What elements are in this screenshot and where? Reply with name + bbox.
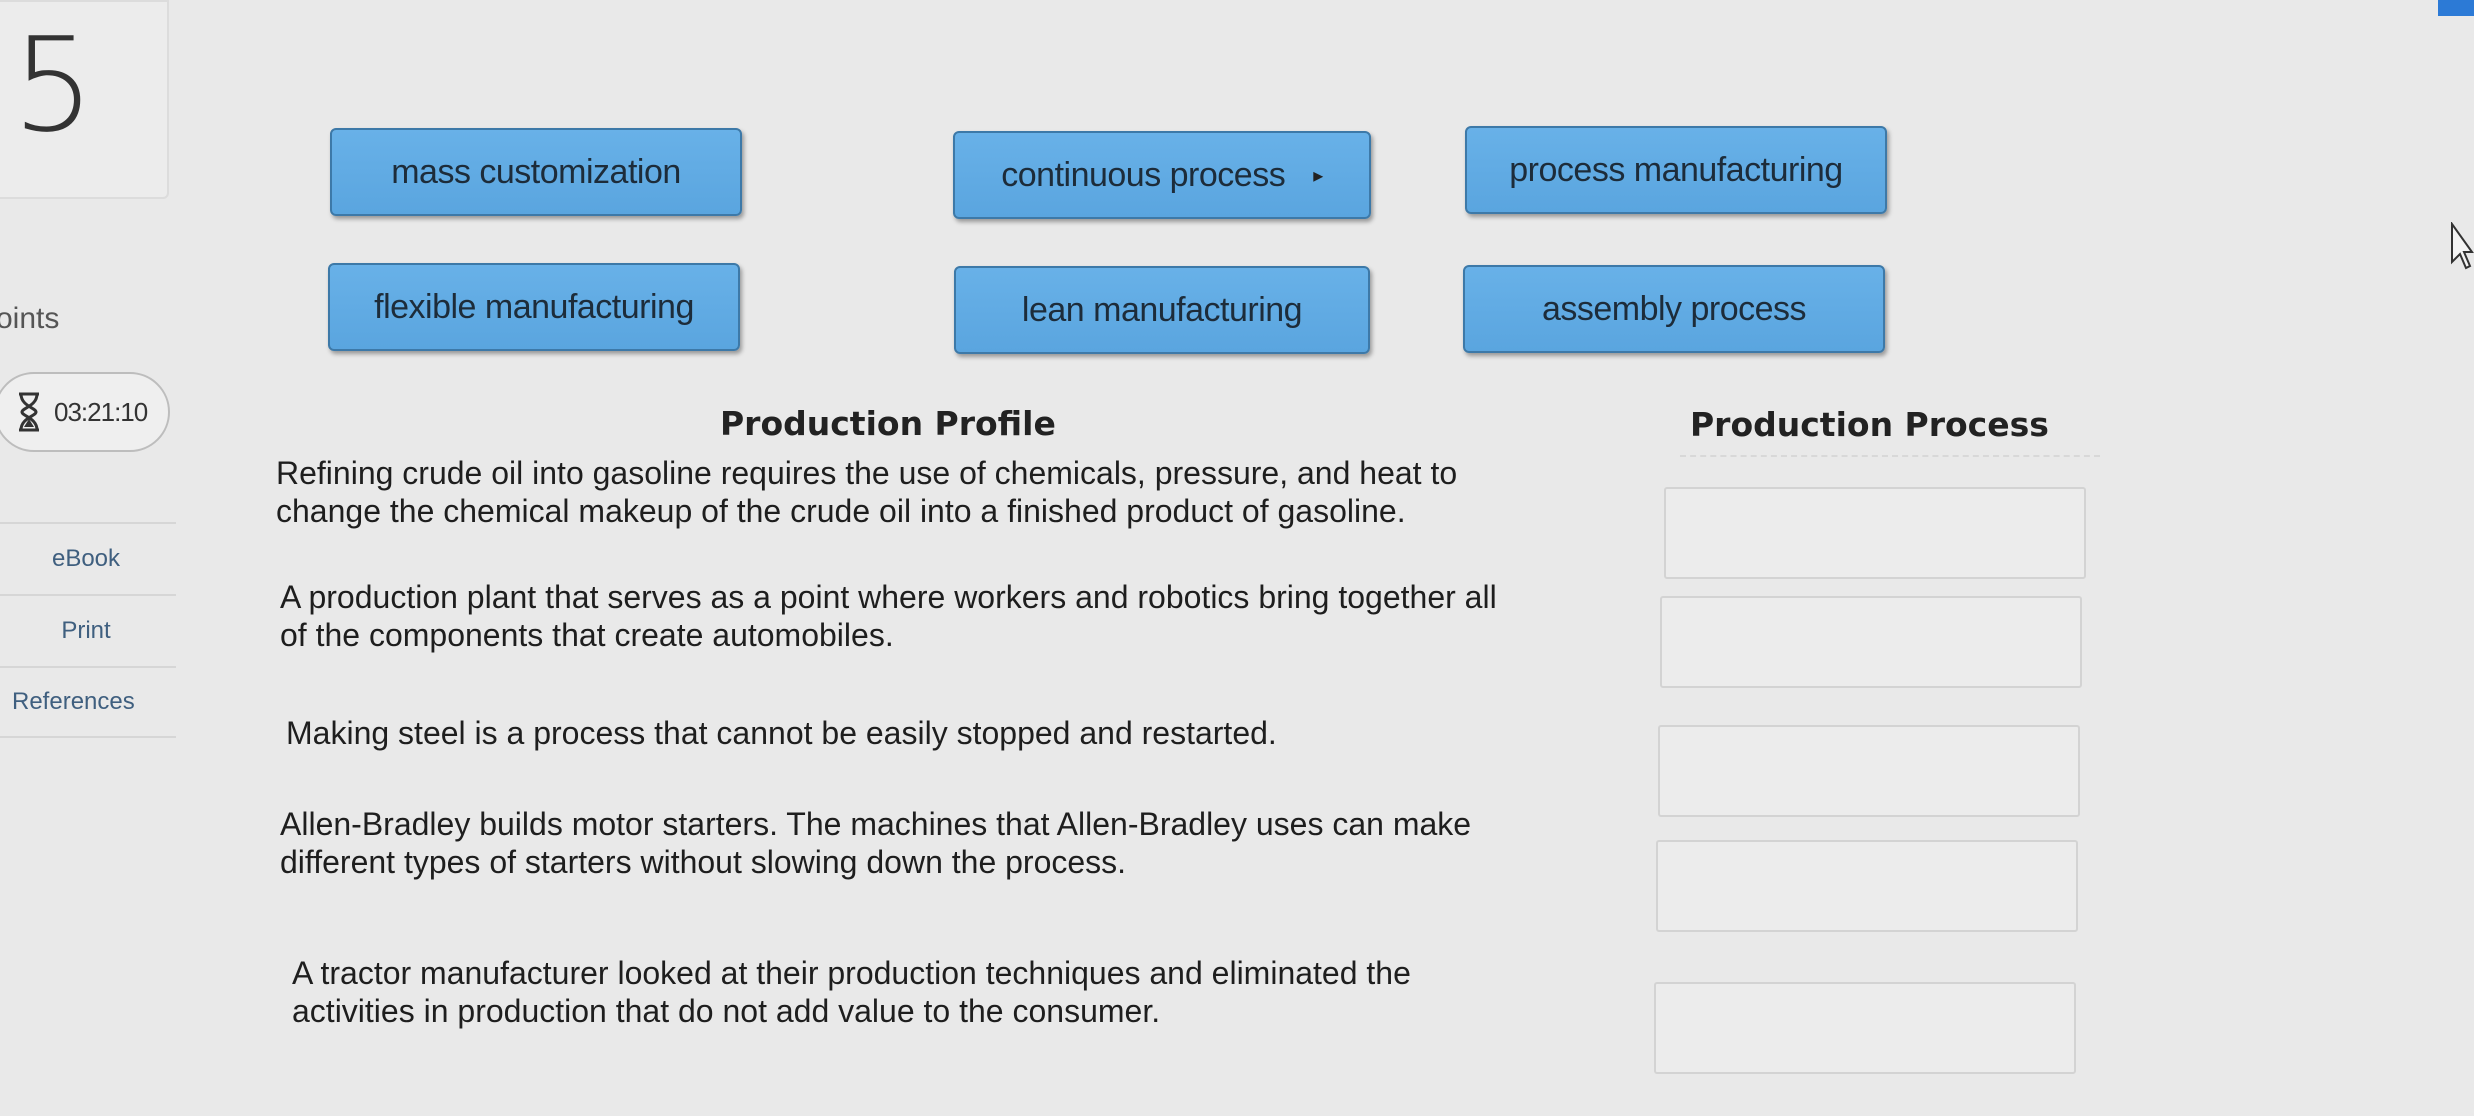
question-number-box: 5 [0,0,169,199]
production-profile-header: Production Profile [720,404,1056,443]
chip-label: continuous process [1001,155,1286,194]
profile-text-line: A production plant that serves as a poin… [280,579,1497,615]
chip-label: process manufacturing [1509,150,1843,189]
side-links: eBook Print References [0,522,176,738]
drop-slot-1[interactable] [1664,487,2086,579]
text-cursor-icon: ▸ [1313,164,1323,187]
corner-accent [2438,0,2474,16]
divider [1680,455,2100,457]
profile-row-1: Refining crude oil into gasoline require… [276,454,1716,530]
question-number: 5 [12,9,95,161]
answer-chip-continuous-process[interactable]: continuous process ▸ [953,131,1371,219]
drop-slot-3[interactable] [1658,725,2080,817]
points-label: oints [0,302,60,335]
profile-text-line: different types of starters without slow… [280,844,1127,880]
profile-row-2: A production plant that serves as a poin… [280,578,1720,654]
chip-label: mass customization [391,152,681,191]
production-process-header: Production Process [1690,405,2049,444]
chip-label: lean manufacturing [1021,290,1303,329]
timer-text: 03:21:10 [54,396,148,427]
answer-chip-assembly-process[interactable]: assembly process [1463,265,1885,353]
profile-text-line: of the components that create automobile… [280,617,894,653]
profile-text-line: activities in production that do not add… [292,993,1161,1029]
drop-slot-2[interactable] [1660,596,2082,688]
chip-label: flexible manufacturing [374,287,694,326]
profile-row-3: Making steel is a process that cannot be… [286,714,1726,752]
references-link[interactable]: References [0,666,176,738]
drop-slot-5[interactable] [1654,982,2076,1074]
profile-text-line: Refining crude oil into gasoline require… [276,455,1458,491]
ebook-link[interactable]: eBook [0,522,176,594]
answer-chip-flexible-manufacturing[interactable]: flexible manufacturing [328,263,740,351]
profile-text-line: change the chemical makeup of the crude … [276,493,1406,529]
profile-text-line: A tractor manufacturer looked at their p… [292,955,1411,991]
profile-row-5: A tractor manufacturer looked at their p… [292,954,1732,1030]
drop-slot-4[interactable] [1656,840,2078,932]
answer-chip-lean-manufacturing[interactable]: lean manufacturing [954,266,1370,354]
timer[interactable]: 03:21:10 [0,372,170,452]
mouse-pointer-icon [2451,222,2474,270]
answer-chip-mass-customization[interactable]: mass customization [330,128,742,216]
answer-chip-process-manufacturing[interactable]: process manufacturing [1465,126,1887,214]
chip-label: assembly process [1541,289,1807,328]
profile-text-line: Allen-Bradley builds motor starters. The… [280,806,1472,842]
profile-text-line: Making steel is a process that cannot be… [286,715,1277,751]
profile-row-4: Allen-Bradley builds motor starters. The… [280,805,1720,881]
hourglass-icon [19,392,39,432]
print-link[interactable]: Print [0,594,176,666]
left-rail: 5 oints 03:21:10 eBook Print References [0,0,176,1116]
